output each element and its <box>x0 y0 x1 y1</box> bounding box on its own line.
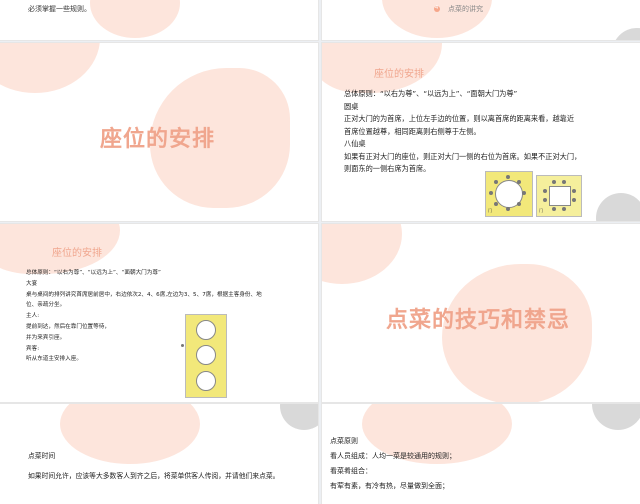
seat-icon <box>562 207 566 211</box>
seat-icon <box>517 180 521 184</box>
text-line: 则面东的一侧右席为首席。 <box>344 164 431 173</box>
door-label: 门 <box>488 208 492 213</box>
section-title: 座位的安排 <box>100 127 216 152</box>
round-table-icon <box>196 345 216 365</box>
round-table-diagram: 门 <box>485 171 533 217</box>
square-table-icon <box>549 186 571 206</box>
decor-gray-circle <box>592 404 640 430</box>
decor-blob <box>322 224 402 284</box>
seat-icon <box>517 202 521 206</box>
banquet-diagram <box>185 314 227 398</box>
slide-text: 必须掌握一些规则。 <box>28 5 91 13</box>
text-line: 看人员组成：人均一菜是较通用的规则； <box>330 452 456 460</box>
round-table-icon <box>196 320 216 340</box>
seat-icon <box>522 191 526 195</box>
seat-icon <box>489 191 493 195</box>
seat-icon <box>543 198 547 202</box>
decor-blob <box>90 0 180 38</box>
seat-icon <box>562 180 566 184</box>
seat-icon <box>494 202 498 206</box>
text-line: 总体原则：“以右为尊”、“以远为上”、“面朝大门为尊” <box>26 270 161 276</box>
seat-icon <box>572 189 576 193</box>
seat-icon <box>494 180 498 184</box>
seat-icon <box>552 207 556 211</box>
slide-title: 座位的安排 <box>374 69 424 80</box>
slide-body: 总体原则：“以右为尊”、“以远为上”、“面朝大门为尊” 圆桌 正对大门的为首席，… <box>344 88 581 176</box>
slide-body: 点菜原则 看人员组成：人均一菜是较通用的规则； 看菜肴组合： 有荤有素，有冷有热… <box>330 434 456 494</box>
slide-text: 点菜的讲究 <box>448 5 483 13</box>
decor-gray-circle <box>596 193 640 221</box>
badge-number: 4 <box>435 5 439 11</box>
text-line: 八仙桌 <box>344 139 366 148</box>
slide-thumbnail-8[interactable]: 点菜原则 看人员组成：人均一菜是较通用的规则； 看菜肴组合： 有荤有素，有冷有热… <box>322 404 640 504</box>
seat-icon <box>543 189 547 193</box>
text-line: 首席位置越尊，相同距离则右侧尊于左侧。 <box>344 126 481 136</box>
square-table-diagram: 门 <box>536 175 582 217</box>
text-line: 总体原则：“以右为尊”、“以远为上”、“面朝大门为尊” <box>344 89 518 98</box>
text-line: 位、亲疏分坐。 <box>26 302 66 309</box>
text-line: 如果有正对大门的座位，则正对大门一侧的右位为首席。如果不正对大门， <box>344 151 582 161</box>
text-line: 圆桌 <box>344 101 359 111</box>
text-line: 桌与桌间的排列讲究首席居前居中，右边依次2、4、6席,左边为3、5、7席，根据主… <box>26 291 262 298</box>
seat-icon <box>506 175 510 179</box>
slide-thumbnail-2[interactable]: 4 点菜的讲究 <box>322 0 640 40</box>
decor-gray-circle <box>612 28 640 40</box>
text-line: 如果时间允许，应该等大多数客人到齐之后，将菜单供客人传阅，并请他们来点菜。 <box>28 472 280 480</box>
slide-thumbnail-5[interactable]: 座位的安排 总体原则：“以右为尊”、“以远为上”、“面朝大门为尊” 大宴 桌与桌… <box>0 224 318 402</box>
seat-icon <box>506 207 510 211</box>
text-line: 正对大门的为首席，上位左手边的位置，则以离首席的距离来看，越靠近 <box>344 114 575 123</box>
seat-icon <box>181 344 184 347</box>
seat-icon <box>572 198 576 202</box>
slide-thumbnail-7[interactable]: 点菜时间 如果时间允许，应该等大多数客人到齐之后，将菜单供客人传阅，并请他们来点… <box>0 404 318 504</box>
section-title: 点菜的技巧和禁忌 <box>386 308 571 333</box>
decor-gray-circle <box>280 404 318 430</box>
text-line <box>28 462 279 470</box>
slide-thumbnail-6[interactable]: 点菜的技巧和禁忌 <box>322 224 640 402</box>
text-line: 点菜时间 <box>28 452 56 460</box>
seat-icon <box>552 180 556 184</box>
slide-body: 点菜时间 如果时间允许，应该等大多数客人到齐之后，将菜单供客人传阅，并请他们来点… <box>28 450 279 482</box>
text-line: 有荤有素，有冷有热，尽量做到全面； <box>330 482 449 490</box>
slide-title: 座位的安排 <box>52 248 102 259</box>
slide-thumbnail-3[interactable]: 座位的安排 <box>0 43 318 221</box>
slide-thumbnail-4[interactable]: 座位的安排 总体原则：“以右为尊”、“以远为上”、“面朝大门为尊” 圆桌 正对大… <box>322 43 640 221</box>
text-line: 点菜原则 <box>330 437 358 445</box>
slide-thumbnail-1[interactable]: 必须掌握一些规则。 <box>0 0 318 40</box>
text-line: 大宴 <box>26 280 38 287</box>
text-line: 看菜肴组合： <box>330 467 372 475</box>
round-table-icon <box>196 371 216 391</box>
decor-blob <box>0 43 100 93</box>
door-label: 门 <box>539 208 543 213</box>
